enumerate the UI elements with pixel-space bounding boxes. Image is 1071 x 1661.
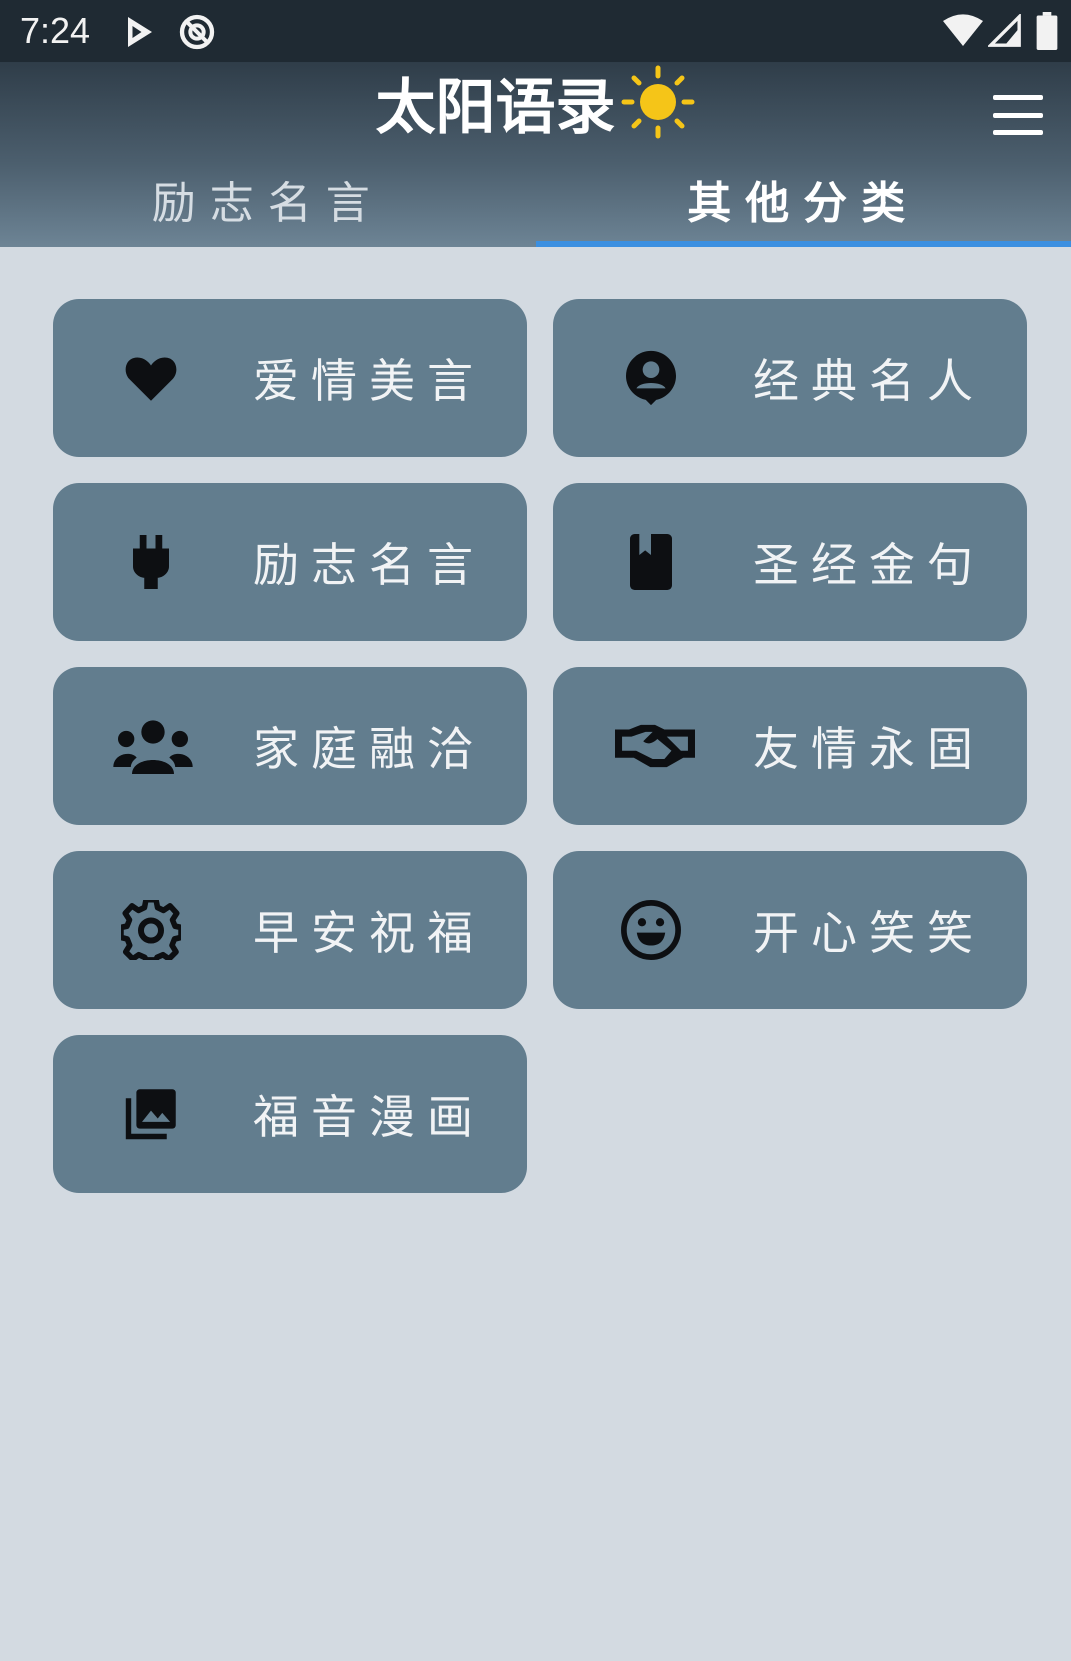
wifi-icon bbox=[943, 14, 983, 52]
category-bible-verses[interactable]: 圣经金句 bbox=[553, 483, 1027, 641]
category-label: 早安祝福 bbox=[253, 906, 485, 960]
sun-icon bbox=[620, 64, 696, 140]
group-icon bbox=[113, 713, 193, 779]
status-time: 7:24 bbox=[20, 10, 91, 51]
category-family-harmony[interactable]: 家庭融洽 bbox=[53, 667, 527, 825]
handshake-icon bbox=[615, 713, 695, 779]
category-happy-laugh[interactable]: 开心笑笑 bbox=[553, 851, 1027, 1009]
category-label: 爱情美言 bbox=[253, 354, 485, 408]
category-label: 开心笑笑 bbox=[753, 906, 985, 960]
tab-inspirational-quotes[interactable]: 励志名言 bbox=[0, 150, 536, 247]
category-label: 友情永固 bbox=[753, 722, 985, 776]
category-famous-people[interactable]: 经典名人 bbox=[553, 299, 1027, 457]
heart-icon bbox=[118, 345, 184, 411]
category-inspirational[interactable]: 励志名言 bbox=[53, 483, 527, 641]
category-friendship[interactable]: 友情永固 bbox=[553, 667, 1027, 825]
category-label: 家庭融洽 bbox=[253, 722, 485, 776]
person-pin-icon bbox=[618, 345, 684, 411]
book-icon bbox=[618, 529, 684, 595]
category-label: 圣经金句 bbox=[753, 538, 985, 592]
battery-icon bbox=[1036, 12, 1058, 54]
category-love-quotes[interactable]: 爱情美言 bbox=[53, 299, 527, 457]
at-sign-icon bbox=[177, 12, 217, 56]
category-label: 励志名言 bbox=[253, 538, 485, 592]
tab-bar: 励志名言 其他分类 bbox=[0, 150, 1071, 247]
app-logo: 太阳语录 bbox=[0, 62, 1071, 143]
category-good-morning[interactable]: 早安祝福 bbox=[53, 851, 527, 1009]
play-store-icon bbox=[122, 14, 158, 54]
signal-icon bbox=[986, 12, 1022, 52]
hamburger-menu-icon[interactable] bbox=[993, 95, 1043, 135]
photo-library-icon bbox=[118, 1081, 184, 1147]
category-gospel-comics[interactable]: 福音漫画 bbox=[53, 1035, 527, 1193]
category-label: 经典名人 bbox=[753, 354, 985, 408]
tab-other-categories[interactable]: 其他分类 bbox=[535, 150, 1071, 247]
smile-icon bbox=[618, 897, 684, 963]
plug-icon bbox=[118, 529, 184, 595]
logo-text: 太阳语录 bbox=[375, 72, 616, 143]
gear-icon bbox=[118, 897, 184, 963]
status-bar: 7:24 bbox=[0, 0, 1071, 62]
category-label: 福音漫画 bbox=[253, 1090, 485, 1144]
